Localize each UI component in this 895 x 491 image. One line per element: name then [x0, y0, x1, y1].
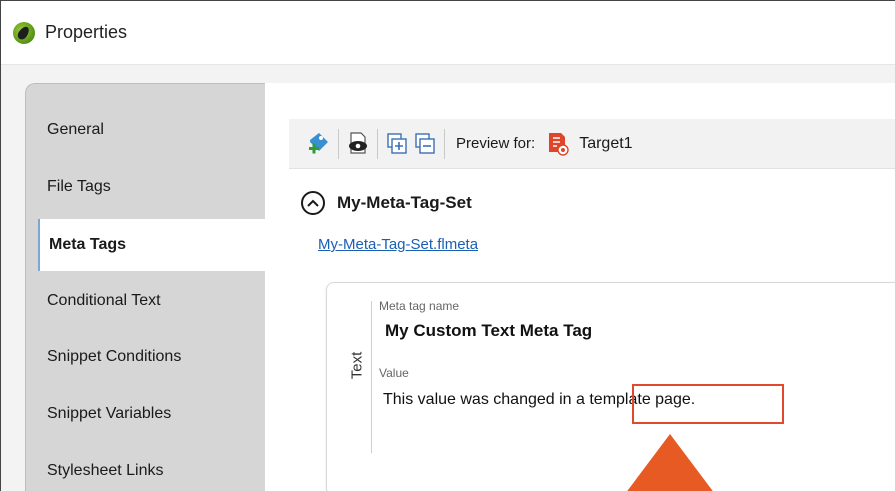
target-dropdown[interactable]: Target1 — [579, 135, 632, 153]
expand-all-button[interactable] — [383, 129, 411, 159]
target-icon[interactable] — [547, 132, 569, 156]
app-logo-icon — [13, 21, 35, 44]
meta-tag-name-field[interactable]: My Custom Text Meta Tag — [385, 321, 592, 341]
toolbar: Preview for: Target1 — [289, 119, 895, 169]
meta-tag-name-caption: Meta tag name — [379, 299, 460, 313]
sidebar-item-snippet-variables[interactable]: Snippet Variables — [26, 388, 266, 440]
sidebar-item-conditional-text[interactable]: Conditional Text — [26, 275, 266, 327]
sidebar-item-meta-tags[interactable]: Meta Tags — [38, 219, 268, 271]
expand-all-icon — [387, 132, 407, 154]
collapse-all-button[interactable] — [411, 129, 439, 159]
sidebar-item-stylesheet-links[interactable]: Stylesheet Links — [26, 445, 266, 491]
add-meta-tag-set-icon — [309, 132, 328, 153]
sidebar: General File Tags Meta Tags Conditional … — [25, 83, 268, 491]
add-meta-tag-set-button[interactable] — [305, 129, 333, 159]
toolbar-separator — [377, 128, 378, 159]
card-divider — [371, 301, 372, 453]
sidebar-item-file-tags[interactable]: File Tags — [26, 161, 266, 213]
sidebar-item-general[interactable]: General — [26, 104, 266, 156]
window-title: Properties — [45, 22, 128, 42]
meta-tag-value-caption: Value — [379, 366, 409, 380]
meta-tag-set-name: My-Meta-Tag-Set — [337, 193, 472, 212]
meta-tag-set-header: My-Meta-Tag-Set — [301, 191, 472, 215]
callout-arrow — [625, 434, 715, 491]
meta-tag-type-label: Text — [348, 351, 366, 380]
toolbar-separator — [338, 128, 339, 159]
preview-icon — [349, 131, 367, 154]
collapse-group-button[interactable] — [301, 191, 325, 215]
title-bar: Properties — [1, 1, 895, 65]
meta-tag-card: Text Meta tag name My Custom Text Meta T… — [326, 282, 895, 491]
sidebar-item-snippet-conditions[interactable]: Snippet Conditions — [26, 331, 266, 383]
highlight-callout-box — [632, 384, 784, 424]
properties-window: Properties General File Tags Meta Tags C… — [0, 0, 895, 491]
chevron-up-icon — [307, 199, 319, 207]
preview-for-label: Preview for: — [456, 135, 536, 152]
toolbar-separator — [444, 128, 445, 159]
preview-button[interactable] — [344, 129, 372, 159]
collapse-all-icon — [415, 132, 435, 154]
meta-tag-set-file-link[interactable]: My-Meta-Tag-Set.flmeta — [318, 236, 478, 253]
dialog-body: General File Tags Meta Tags Conditional … — [1, 65, 895, 491]
meta-tags-panel: Preview for: Target1 My-Meta-Tag-Set My-… — [265, 83, 895, 491]
